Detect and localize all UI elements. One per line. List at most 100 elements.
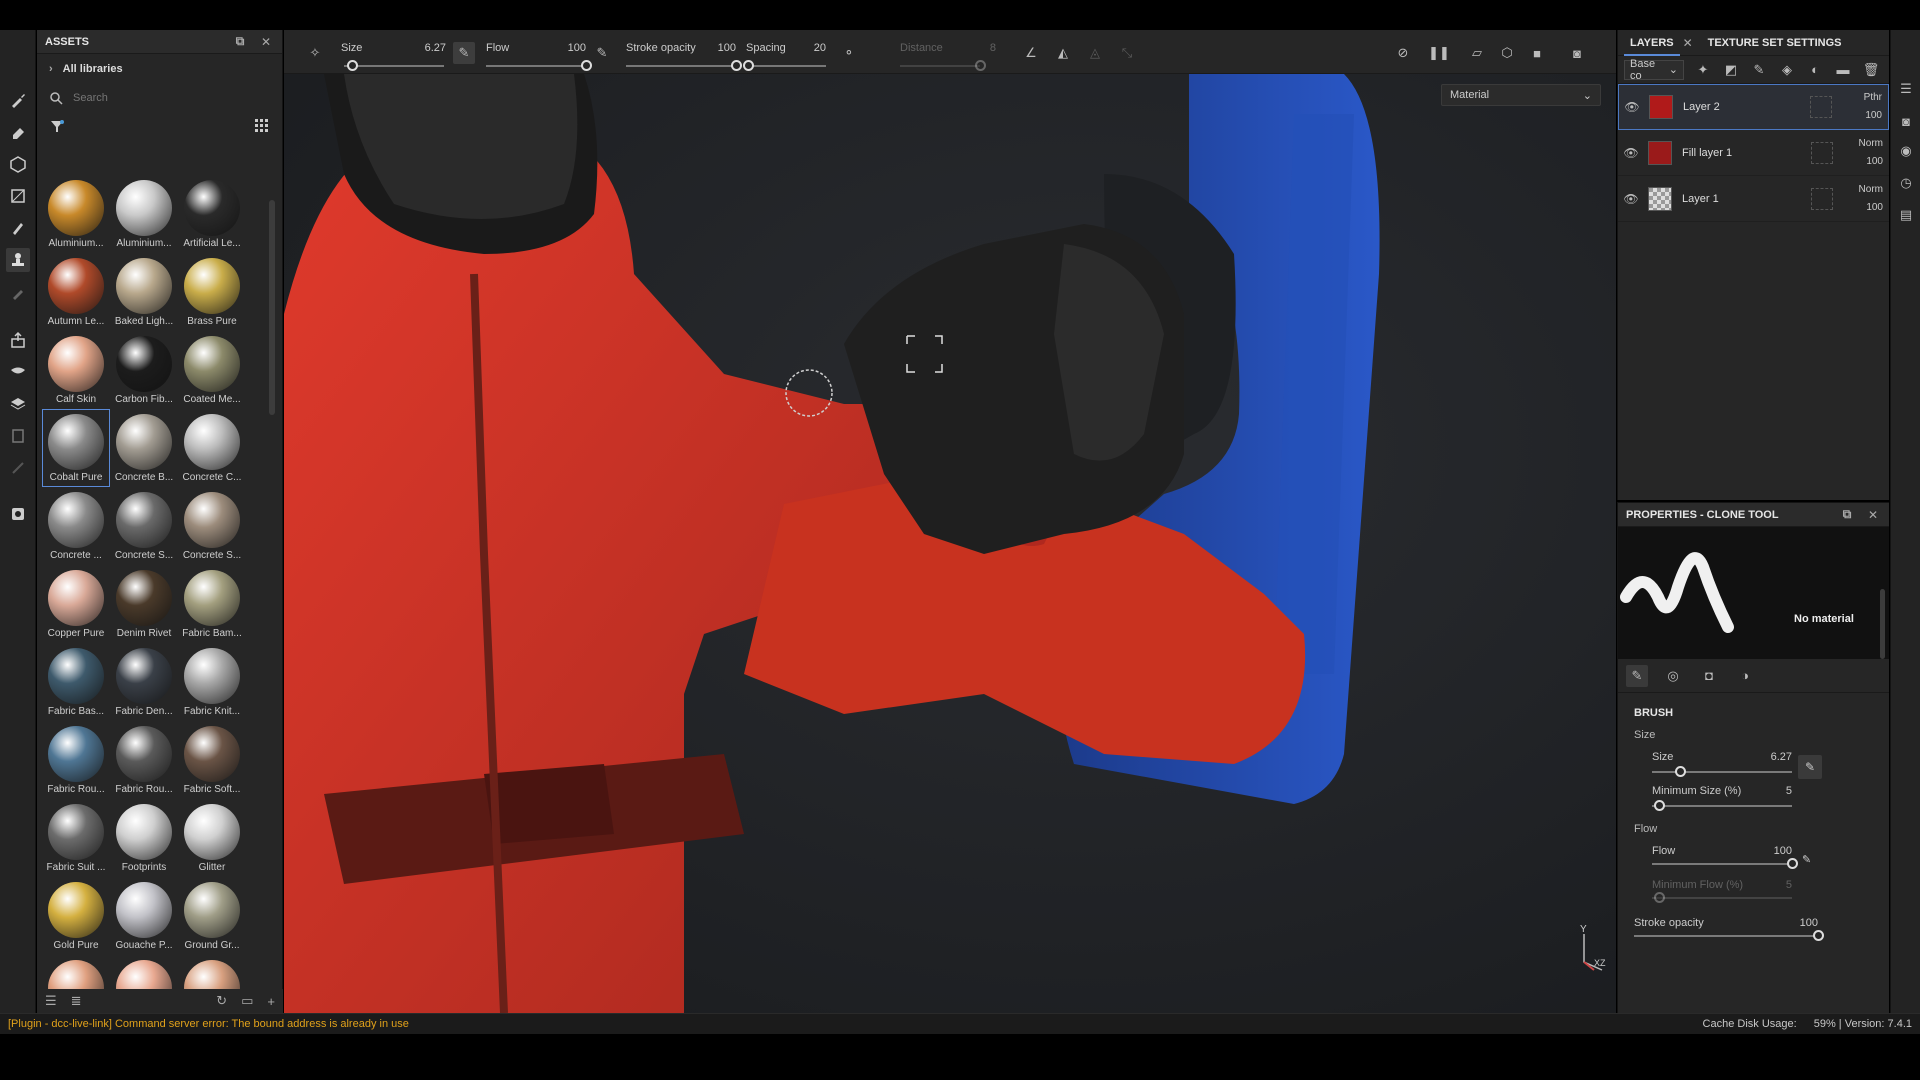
display-settings-icon[interactable] bbox=[6, 360, 30, 384]
layer-opacity[interactable]: 100 bbox=[1843, 199, 1883, 217]
slider-knob[interactable] bbox=[1675, 766, 1686, 777]
asset-item[interactable]: Concrete ... bbox=[43, 488, 109, 564]
close-icon[interactable]: ✕ bbox=[1865, 507, 1881, 523]
video-camera-icon[interactable]: ■ bbox=[1526, 42, 1548, 64]
stroke-opacity-slider[interactable] bbox=[1634, 935, 1818, 937]
add-icon[interactable]: + bbox=[267, 994, 275, 1009]
asset-item[interactable]: Glitter bbox=[179, 800, 245, 876]
shelf-icon[interactable] bbox=[6, 424, 30, 448]
disabled-tool-icon[interactable] bbox=[6, 456, 30, 480]
asset-item[interactable]: Fabric Rou... bbox=[111, 722, 177, 798]
2d-view-icon[interactable]: ▱ bbox=[1466, 42, 1488, 64]
float-panel-icon[interactable]: ⧉ bbox=[1839, 507, 1855, 523]
asset-item[interactable]: Footprints bbox=[111, 800, 177, 876]
asset-item[interactable]: Gold Pure bbox=[43, 878, 109, 954]
size-pen-pressure-icon[interactable]: ✎ bbox=[1798, 755, 1822, 779]
eye-icon[interactable]: 👁 bbox=[1619, 100, 1645, 114]
layer-mask-slot[interactable] bbox=[1811, 141, 1833, 164]
blend-mode[interactable]: Norm bbox=[1843, 135, 1883, 153]
3d-view-icon[interactable]: ⬡ bbox=[1496, 42, 1518, 64]
min-size-slider[interactable] bbox=[1652, 805, 1792, 807]
list-view-icon[interactable]: ☰ bbox=[45, 993, 57, 1009]
lazy-mouse-icon[interactable]: ⚬ bbox=[838, 42, 860, 64]
asset-item[interactable]: Fabric Suit ... bbox=[43, 800, 109, 876]
slider-knob[interactable] bbox=[731, 60, 742, 71]
eraser-icon[interactable] bbox=[6, 120, 30, 144]
asset-item[interactable]: Copper Pure bbox=[43, 566, 109, 642]
layer-row[interactable]: 👁 Layer 1 Norm 100 bbox=[1618, 176, 1889, 222]
paint-brush-icon[interactable] bbox=[6, 88, 30, 112]
asset-item[interactable]: Denim Rivet bbox=[111, 566, 177, 642]
asset-item[interactable]: Concrete S... bbox=[179, 488, 245, 564]
flow-pen-icon[interactable]: ✎ bbox=[591, 42, 613, 64]
layer-blend-opacity[interactable]: Norm 100 bbox=[1843, 135, 1889, 171]
hide-overlay-icon[interactable]: ⊘ bbox=[1392, 42, 1414, 64]
asset-item[interactable]: Concrete C... bbox=[179, 410, 245, 486]
line-angle-icon[interactable]: ∠ bbox=[1020, 42, 1042, 64]
search-input[interactable] bbox=[73, 92, 233, 104]
asset-item[interactable]: Autumn Le... bbox=[43, 254, 109, 330]
history-icon[interactable]: ◷ bbox=[1897, 174, 1915, 192]
layer-blend-opacity[interactable]: Norm 100 bbox=[1843, 181, 1889, 217]
assets-scrollbar[interactable] bbox=[269, 200, 275, 415]
flow-pen-pressure-icon[interactable]: ✎ bbox=[1802, 853, 1811, 866]
delete-layer-icon[interactable]: 🗑 bbox=[1862, 61, 1880, 79]
3d-viewport[interactable]: Y XZ Material ⌄ bbox=[284, 74, 1616, 1013]
tab-texture-set-settings[interactable]: TEXTURE SET SETTINGS bbox=[1702, 37, 1848, 49]
brush-tab-icon[interactable]: ✎ bbox=[1626, 664, 1648, 687]
add-fill-layer-icon[interactable]: ◈ bbox=[1778, 61, 1796, 79]
asset-item[interactable]: Fabric Den... bbox=[111, 644, 177, 720]
asset-item[interactable]: Coated Me... bbox=[179, 332, 245, 408]
asset-item[interactable]: Fabric Rou... bbox=[43, 722, 109, 798]
add-smart-material-icon[interactable]: ◐ bbox=[1806, 61, 1824, 79]
asset-item[interactable]: Fabric Bas... bbox=[43, 644, 109, 720]
asset-item[interactable]: Aluminium... bbox=[111, 176, 177, 252]
layer-row[interactable]: 👁 Fill layer 1 Norm 100 bbox=[1618, 130, 1889, 176]
asset-item[interactable]: Fabric Knit... bbox=[179, 644, 245, 720]
pen-pressure-icon[interactable]: ✎ bbox=[453, 42, 475, 64]
folder-icon[interactable]: ▭ bbox=[241, 993, 253, 1009]
bake-icon[interactable] bbox=[6, 328, 30, 352]
layer-channel-dropdown[interactable]: Base co ⌄ bbox=[1624, 58, 1684, 82]
library-selector[interactable]: › All libraries bbox=[37, 54, 282, 84]
layer-row[interactable]: 👁 Layer 2 Pthr 100 bbox=[1618, 84, 1889, 130]
toolbar-distance-slider[interactable] bbox=[900, 65, 980, 67]
asset-item[interactable]: Fabric Bam... bbox=[179, 566, 245, 642]
asset-item[interactable]: Baked Ligh... bbox=[111, 254, 177, 330]
polygon-fill-icon[interactable] bbox=[6, 184, 30, 208]
brush-preset-icon[interactable]: ✧ bbox=[304, 42, 326, 64]
projection-icon[interactable] bbox=[6, 152, 30, 176]
tab-layers[interactable]: LAYERS bbox=[1624, 30, 1680, 56]
close-icon[interactable]: ✕ bbox=[1680, 35, 1696, 51]
add-effect-icon[interactable]: ✦ bbox=[1694, 61, 1712, 79]
eye-icon[interactable]: 👁 bbox=[1618, 192, 1644, 206]
filter-icon[interactable] bbox=[49, 118, 65, 134]
toolbar-stroke-slider[interactable] bbox=[626, 65, 736, 67]
asset-item[interactable]: Brass Pure bbox=[179, 254, 245, 330]
material-tab-icon[interactable]: ◑ bbox=[1734, 665, 1756, 687]
flow-slider[interactable] bbox=[1652, 863, 1792, 865]
asset-item[interactable]: Carbon Fib... bbox=[111, 332, 177, 408]
size-slider[interactable] bbox=[1652, 771, 1792, 773]
slider-knob[interactable] bbox=[975, 60, 986, 71]
asset-item[interactable]: Ground Gr... bbox=[179, 878, 245, 954]
slider-knob[interactable] bbox=[1813, 930, 1824, 941]
float-panel-icon[interactable]: ⧉ bbox=[232, 34, 248, 50]
color-picker-icon[interactable] bbox=[6, 280, 30, 304]
tree-view-icon[interactable]: ≣ bbox=[71, 993, 82, 1009]
toolbar-size-slider[interactable] bbox=[344, 65, 444, 67]
screenshot-camera-icon[interactable]: ◙ bbox=[1566, 42, 1588, 64]
symmetry-icon[interactable]: ◭ bbox=[1052, 42, 1074, 64]
texture-set-icon[interactable] bbox=[6, 392, 30, 416]
layer-mask-slot[interactable] bbox=[1810, 96, 1832, 118]
asset-item[interactable]: Gouache P... bbox=[111, 878, 177, 954]
viewport-channel-dropdown[interactable]: Material ⌄ bbox=[1441, 84, 1601, 106]
log-icon[interactable]: ▤ bbox=[1897, 206, 1915, 224]
alpha-tab-icon[interactable]: ◎ bbox=[1662, 665, 1684, 687]
asset-item[interactable]: Concrete S... bbox=[111, 488, 177, 564]
toolbar-spacing-slider[interactable] bbox=[746, 65, 826, 67]
asset-item[interactable]: Artificial Le... bbox=[179, 176, 245, 252]
asset-item[interactable]: Cobalt Pure bbox=[42, 409, 110, 487]
camera-settings-icon[interactable] bbox=[6, 502, 30, 526]
toolbar-flow-slider[interactable] bbox=[486, 65, 586, 67]
